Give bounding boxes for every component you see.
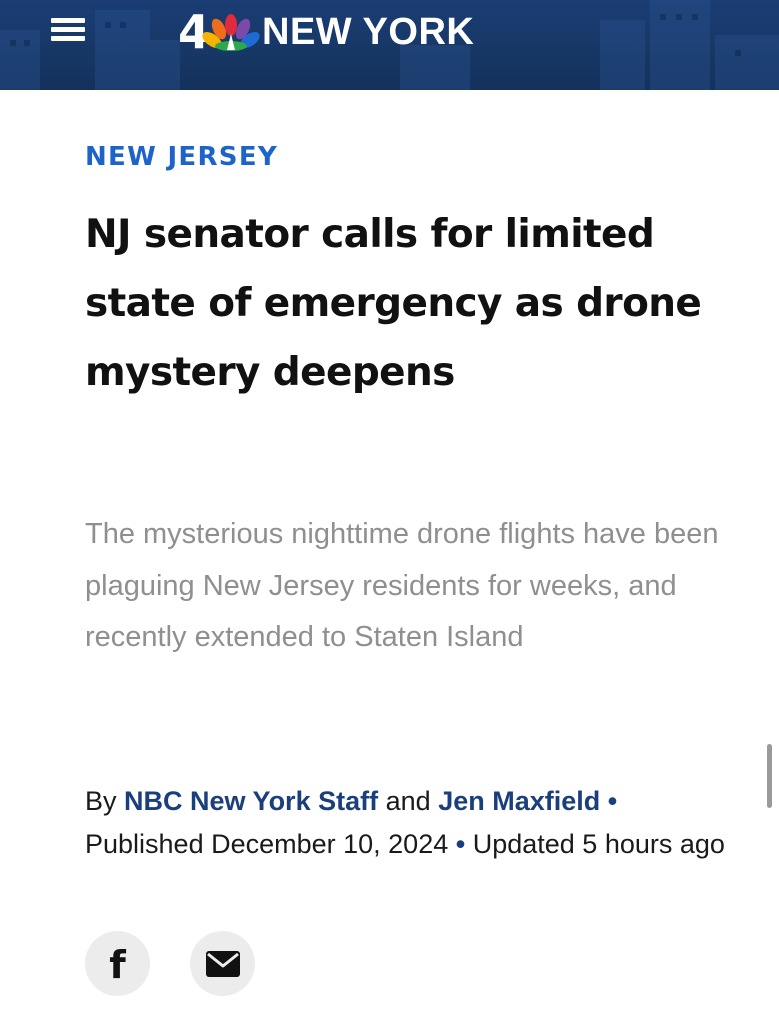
email-share-button[interactable] (190, 931, 255, 996)
byline-separator: • (455, 828, 466, 859)
author-link-nbc-staff[interactable]: NBC New York Staff (124, 786, 378, 816)
category-link[interactable]: NEW JERSEY (85, 142, 278, 172)
menu-button[interactable] (46, 9, 90, 49)
byline-conjunction: and (385, 786, 431, 816)
published-date: Published December 10, 2024 (85, 828, 449, 859)
hamburger-menu-icon-bar (51, 36, 85, 41)
byline-separator: • (607, 786, 618, 816)
facebook-icon: f (109, 942, 126, 987)
byline: By NBC New York Staff and Jen Maxfield •… (85, 780, 725, 865)
updated-time: Updated 5 hours ago (472, 828, 725, 859)
byline-prefix: By (85, 786, 117, 816)
article-dek: The mysterious nighttime drone flights h… (85, 518, 719, 653)
facebook-share-button[interactable]: f (85, 931, 150, 996)
email-envelope-icon (205, 950, 240, 977)
nbc-peacock-icon (202, 14, 260, 51)
site-header: 4 NEW YORK (0, 0, 779, 90)
article-headline: NJ senator calls for limited state of em… (85, 212, 702, 395)
scrollbar-thumb[interactable] (767, 744, 772, 808)
article-page: 4 NEW YORK NEW JERSEY NJ senator calls f… (0, 0, 779, 1024)
station-name: NEW YORK (262, 11, 475, 53)
hamburger-menu-icon (51, 18, 85, 23)
author-link-jen-maxfield[interactable]: Jen Maxfield (438, 786, 600, 816)
site-logo[interactable]: 4 NEW YORK (178, 4, 474, 60)
hamburger-menu-icon-bar (51, 27, 85, 32)
